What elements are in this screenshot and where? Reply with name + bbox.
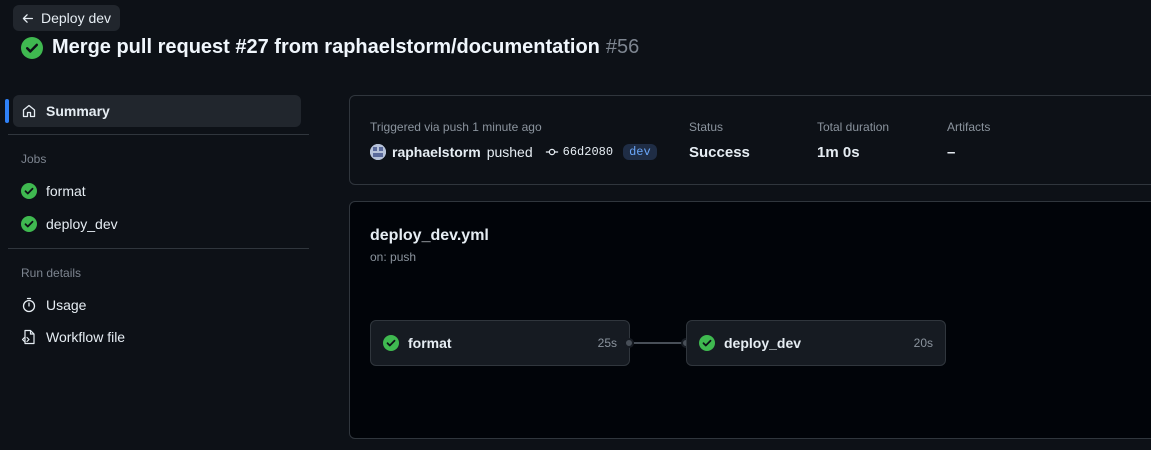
commit-link[interactable]: 66d2080 xyxy=(545,145,613,159)
artifacts-label: Artifacts xyxy=(947,120,991,134)
branch-badge[interactable]: dev xyxy=(623,144,657,160)
workflow-trigger: on: push xyxy=(370,250,417,264)
workflow-file-name: deploy_dev.yml xyxy=(370,227,489,244)
active-indicator xyxy=(5,99,9,123)
sidebar-item-summary[interactable]: Summary xyxy=(13,95,301,127)
status-label: Status xyxy=(689,120,724,134)
divider xyxy=(8,248,309,249)
success-check-icon xyxy=(21,216,37,232)
git-commit-icon xyxy=(545,148,558,156)
run-details-heading: Run details xyxy=(21,266,82,280)
home-icon xyxy=(22,104,36,118)
sidebar-item-workflow-file[interactable]: Workflow file xyxy=(13,322,301,352)
sidebar-item-label: Usage xyxy=(46,297,87,313)
duration-label: Total duration xyxy=(817,120,890,134)
sidebar-item-label: deploy_dev xyxy=(46,216,118,232)
job-name: deploy_dev xyxy=(724,335,802,351)
sidebar-item-job-format[interactable]: format xyxy=(13,176,301,206)
action-text: pushed xyxy=(486,144,533,160)
sidebar-item-job-deploy-dev[interactable]: deploy_dev xyxy=(13,209,301,239)
success-check-icon xyxy=(383,335,399,351)
sidebar-item-usage[interactable]: Usage xyxy=(13,290,301,320)
job-duration: 25s xyxy=(597,336,617,350)
user-link[interactable]: raphaelstorm xyxy=(392,144,481,160)
sidebar-item-label: format xyxy=(46,183,86,199)
sidebar: Summary Jobs format deploy_dev Run detai… xyxy=(0,0,310,450)
job-node-format[interactable]: format 25s xyxy=(370,320,630,366)
success-check-icon xyxy=(21,183,37,199)
run-summary-card: Triggered via push 1 minute ago raphaels… xyxy=(349,95,1151,185)
job-name: format xyxy=(408,335,452,351)
divider xyxy=(8,134,309,135)
stopwatch-icon xyxy=(22,297,36,313)
run-number: #56 xyxy=(605,36,640,58)
jobs-heading: Jobs xyxy=(21,152,47,166)
artifacts-value: – xyxy=(947,144,956,161)
workflow-graph-card: deploy_dev.yml on: push format 25s deplo… xyxy=(349,201,1151,439)
status-value: Success xyxy=(689,144,750,161)
job-node-deploy-dev[interactable]: deploy_dev 20s xyxy=(686,320,946,366)
triggered-text: Triggered via push 1 minute ago xyxy=(370,120,542,134)
sidebar-item-label: Summary xyxy=(46,103,110,119)
commit-sha: 66d2080 xyxy=(562,145,614,159)
file-code-icon xyxy=(21,329,35,345)
sidebar-item-label: Workflow file xyxy=(46,329,126,345)
job-duration: 20s xyxy=(913,336,933,350)
job-connector-line xyxy=(634,342,682,344)
success-check-icon xyxy=(699,335,715,351)
duration-value: 1m 0s xyxy=(817,144,860,161)
trigger-info: raphaelstorm pushed 66d2080 dev xyxy=(370,144,657,160)
job-connector-dot xyxy=(624,338,634,348)
avatar-icon xyxy=(370,144,386,160)
avatar[interactable] xyxy=(370,144,386,160)
